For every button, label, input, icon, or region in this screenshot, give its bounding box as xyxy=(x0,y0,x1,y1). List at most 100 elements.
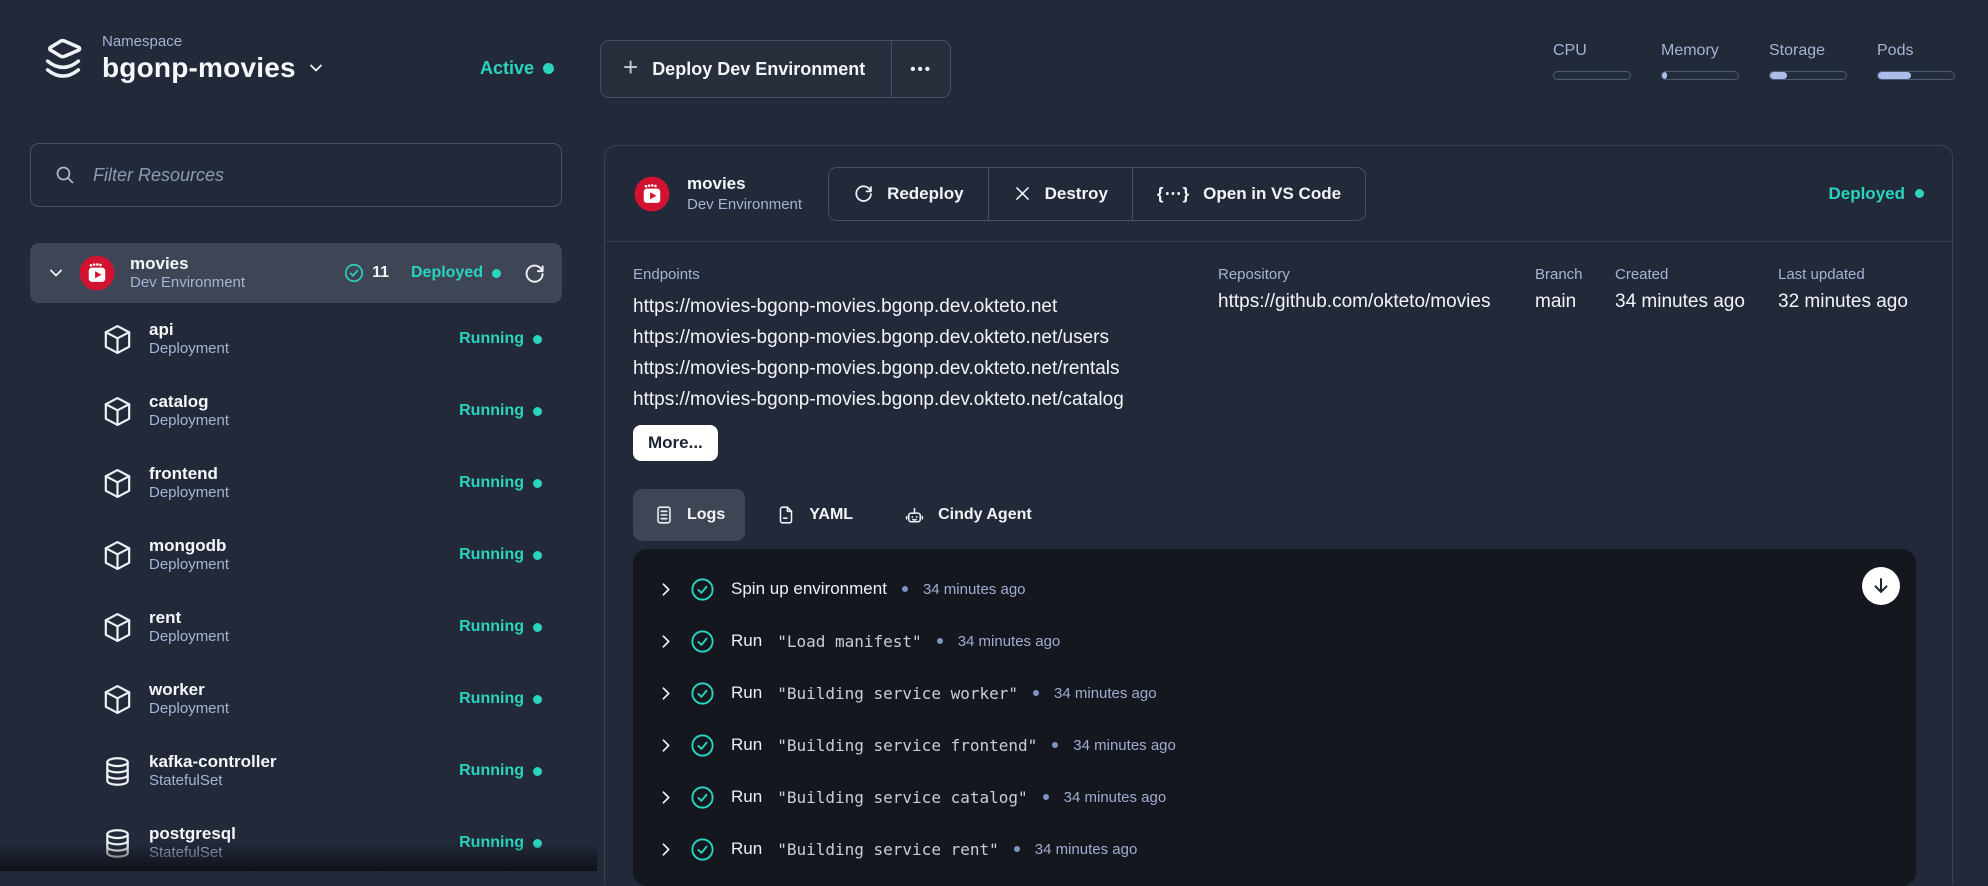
last-updated-value: 32 minutes ago xyxy=(1778,291,1924,313)
check-circle-icon xyxy=(689,680,716,707)
deployed-status-badge: Deployed xyxy=(411,264,501,282)
namespace-selector[interactable]: bgonp-movies xyxy=(102,52,326,84)
pods-meter: Pods xyxy=(1877,42,1955,80)
bullet-dot xyxy=(1014,846,1020,852)
running-status-badge: Running xyxy=(459,546,542,564)
refresh-icon[interactable] xyxy=(523,262,546,285)
chevron-down-icon[interactable] xyxy=(46,263,66,283)
chevron-right-icon[interactable] xyxy=(657,581,674,598)
sidebar-item-api[interactable]: api Deployment Running xyxy=(30,303,562,375)
environment-meta-row: Endpoints https://movies-bgonp-movies.bg… xyxy=(605,242,1952,461)
tab-yaml[interactable]: YAML xyxy=(755,489,873,541)
resources-sidebar: movies Dev Environment 11 Deployed xyxy=(30,143,562,879)
resource-list: movies Dev Environment 11 Deployed xyxy=(30,243,562,879)
sidebar-item-mongodb[interactable]: mongodb Deployment Running xyxy=(30,519,562,591)
last-updated-label: Last updated xyxy=(1778,266,1924,283)
namespace-block: Namespace bgonp-movies xyxy=(38,33,326,84)
endpoint-link[interactable]: https://movies-bgonp-movies.bgonp.dev.ok… xyxy=(633,322,1218,353)
status-label: Running xyxy=(459,330,524,348)
destroy-label: Destroy xyxy=(1045,184,1108,204)
last-updated-column: Last updated 32 minutes ago xyxy=(1778,266,1924,461)
deploy-button-group: + Deploy Dev Environment ••• xyxy=(600,40,951,98)
status-dot xyxy=(533,767,542,776)
resource-name: postgresql xyxy=(149,823,236,844)
running-status-badge: Running xyxy=(459,618,542,636)
sidebar-item-kafka-controller[interactable]: kafka-controller StatefulSet Running xyxy=(30,735,562,807)
dev-environment-detail-card: movies Dev Environment Redeploy Destroy … xyxy=(604,145,1953,885)
chevron-right-icon[interactable] xyxy=(657,789,674,806)
sidebar-item-worker[interactable]: worker Deployment Running xyxy=(30,663,562,735)
status-label: Running xyxy=(459,690,524,708)
filter-resources-input[interactable] xyxy=(93,165,539,186)
detail-card-header: movies Dev Environment Redeploy Destroy … xyxy=(605,146,1952,242)
more-options-button[interactable]: ••• xyxy=(892,41,950,97)
detail-subtitle: Dev Environment xyxy=(687,195,802,215)
log-entry-title: Run xyxy=(731,631,762,651)
logs-icon xyxy=(653,504,675,526)
sidebar-item-frontend[interactable]: frontend Deployment Running xyxy=(30,447,562,519)
namespace-label: Namespace xyxy=(102,33,326,50)
check-circle-icon xyxy=(689,836,716,863)
sidebar-item-movies[interactable]: movies Dev Environment 11 Deployed xyxy=(30,243,562,303)
redeploy-button[interactable]: Redeploy xyxy=(829,168,988,220)
endpoint-link[interactable]: https://movies-bgonp-movies.bgonp.dev.ok… xyxy=(633,353,1218,384)
tab-yaml-label: YAML xyxy=(809,506,853,524)
tab-logs[interactable]: Logs xyxy=(633,489,745,541)
scroll-to-bottom-button[interactable] xyxy=(1862,567,1900,605)
resource-type: Deployment xyxy=(149,700,229,719)
bullet-dot xyxy=(1052,742,1058,748)
open-in-vscode-button[interactable]: {⋯} Open in VS Code xyxy=(1133,168,1365,220)
more-endpoints-button[interactable]: More... xyxy=(633,425,718,461)
endpoint-link[interactable]: https://movies-bgonp-movies.bgonp.dev.ok… xyxy=(633,291,1218,322)
resource-type: Deployment xyxy=(149,484,229,503)
log-entry[interactable]: Run "Building service rent" 34 minutes a… xyxy=(657,823,1892,875)
repository-label: Repository xyxy=(1218,266,1535,283)
chevron-right-icon[interactable] xyxy=(657,633,674,650)
log-entry[interactable]: Run "Building service frontend" 34 minut… xyxy=(657,719,1892,771)
log-entry[interactable]: Run "Building service worker" 34 minutes… xyxy=(657,667,1892,719)
resource-name: kafka-controller xyxy=(149,751,277,772)
sidebar-item-catalog[interactable]: catalog Deployment Running xyxy=(30,375,562,447)
database-icon xyxy=(100,826,135,861)
log-entry-title: Run xyxy=(731,839,762,859)
chevron-right-icon[interactable] xyxy=(657,737,674,754)
bullet-dot xyxy=(1043,794,1049,800)
log-entry-time: 34 minutes ago xyxy=(1064,789,1167,806)
database-icon xyxy=(100,754,135,789)
status-dot xyxy=(533,479,542,488)
storage-meter-fill xyxy=(1770,72,1787,79)
endpoint-link[interactable]: https://movies-bgonp-movies.bgonp.dev.ok… xyxy=(633,384,1218,415)
sidebar-item-postgresql[interactable]: postgresql StatefulSet Running xyxy=(30,807,562,879)
repository-column: Repository https://github.com/okteto/mov… xyxy=(1218,266,1535,461)
created-column: Created 34 minutes ago xyxy=(1615,266,1778,461)
log-entry[interactable]: Run "Load manifest" 34 minutes ago xyxy=(657,615,1892,667)
status-dot xyxy=(533,551,542,560)
chevron-right-icon[interactable] xyxy=(657,685,674,702)
chevron-right-icon[interactable] xyxy=(657,841,674,858)
resource-name: mongodb xyxy=(149,535,229,556)
running-status-badge: Running xyxy=(459,690,542,708)
destroy-button[interactable]: Destroy xyxy=(989,168,1132,220)
endpoints-column: Endpoints https://movies-bgonp-movies.bg… xyxy=(633,266,1218,461)
log-entry[interactable]: Spin up environment 34 minutes ago xyxy=(657,563,1892,615)
log-entry[interactable]: Run "Building service catalog" 34 minute… xyxy=(657,771,1892,823)
check-circle-icon xyxy=(689,732,716,759)
sidebar-item-rent[interactable]: rent Deployment Running xyxy=(30,591,562,663)
resource-type: Deployment xyxy=(149,412,229,431)
resource-count: 11 xyxy=(372,264,389,282)
resource-name: rent xyxy=(149,607,229,628)
status-dot xyxy=(533,623,542,632)
pods-meter-label: Pods xyxy=(1877,42,1955,60)
resource-name: worker xyxy=(149,679,229,700)
tab-cindy-agent[interactable]: Cindy Agent xyxy=(883,489,1052,541)
cpu-meter-label: CPU xyxy=(1553,42,1631,60)
resource-type: Deployment xyxy=(149,628,229,647)
close-icon xyxy=(1013,184,1032,203)
bullet-dot xyxy=(1033,690,1039,696)
status-dot xyxy=(533,335,542,344)
chevron-down-icon xyxy=(306,58,326,78)
cube-icon xyxy=(100,466,135,501)
running-status-badge: Running xyxy=(459,762,542,780)
resource-type: Deployment xyxy=(149,556,229,575)
deploy-dev-environment-button[interactable]: + Deploy Dev Environment xyxy=(601,41,891,97)
